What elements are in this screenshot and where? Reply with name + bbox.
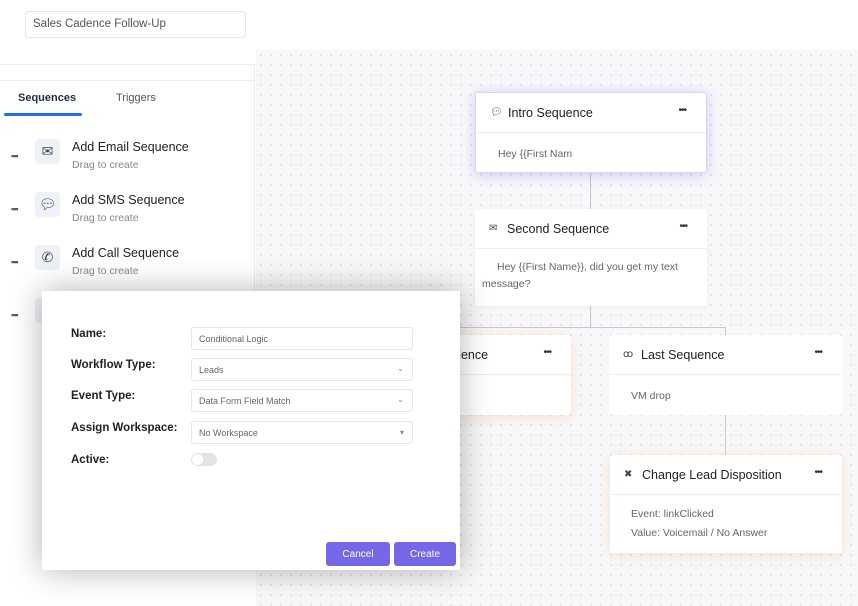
chat-bubble-icon: 💬︎ — [490, 107, 503, 118]
drag-handle-icon[interactable]: ▪▪▪ — [11, 310, 19, 320]
voicemail-icon: ꝏ — [623, 349, 634, 360]
more-icon[interactable]: ••• — [814, 467, 822, 478]
top-bar: Sales Cadence Follow-Up — [0, 0, 858, 50]
tab-sequences[interactable]: Sequences — [18, 92, 76, 104]
sidebar-item-call[interactable]: ▪▪▪ ✆ Add Call Sequence Drag to create — [0, 243, 255, 287]
more-icon[interactable]: ••• — [814, 347, 822, 358]
chat-bubble-icon: 💬︎ — [35, 192, 60, 217]
tab-triggers[interactable]: Triggers — [116, 92, 156, 104]
sidebar-item-email[interactable]: ▪▪▪ ✉ Add Email Sequence Drag to create — [0, 137, 255, 181]
event-line: Event: linkClicked — [631, 508, 714, 520]
more-icon[interactable]: ••• — [678, 105, 686, 116]
item-title: Add SMS Sequence — [72, 193, 185, 207]
name-label: Name: — [71, 328, 107, 340]
card-body: Hey {{First Name}}, did you get my text … — [482, 261, 678, 290]
more-icon[interactable]: ••• — [543, 347, 551, 358]
connector — [590, 173, 591, 209]
name-input[interactable]: Conditional Logic — [191, 327, 413, 350]
create-button[interactable]: Create — [394, 542, 456, 566]
tab-underline — [4, 113, 82, 116]
workflow-type-label: Workflow Type: — [71, 359, 156, 371]
sidebar-item-sms[interactable]: ▪▪▪ 💬︎ Add SMS Sequence Drag to create — [0, 190, 255, 234]
cancel-button[interactable]: Cancel — [326, 542, 390, 566]
workflow-type-select[interactable]: Leads ⌄ — [191, 358, 413, 381]
drag-handle-icon[interactable]: ▪▪▪ — [11, 204, 19, 214]
envelope-icon: ✉ — [35, 139, 60, 164]
item-subtitle: Drag to create — [72, 159, 139, 171]
workflow-name-input[interactable]: Sales Cadence Follow-Up — [25, 11, 246, 38]
card-title: Intro Sequence — [508, 105, 593, 120]
more-icon[interactable]: ••• — [679, 221, 687, 232]
card-change-lead-disposition[interactable]: ✖ Change Lead Disposition ••• Event: linkC… — [610, 455, 842, 553]
event-type-select[interactable]: Data Form Field Match ⌄ — [191, 389, 413, 412]
active-toggle[interactable] — [191, 453, 217, 466]
connector — [725, 415, 726, 455]
item-subtitle: Drag to create — [72, 212, 139, 224]
workspace-label: Assign Workspace: — [71, 422, 178, 434]
card-body: VM drop — [631, 390, 671, 402]
workspace-value: No Workspace — [199, 428, 258, 438]
workflow-type-value: Leads — [199, 365, 224, 375]
envelope-icon: ✉ — [489, 223, 498, 234]
caret-down-icon: ▾ — [399, 428, 404, 437]
drag-handle-icon[interactable]: ▪▪▪ — [11, 257, 19, 267]
card-title: Second Sequence — [507, 221, 610, 236]
card-body: Hey {{First Nam — [498, 148, 573, 160]
event-type-label: Event Type: — [71, 390, 136, 402]
chevron-down-icon: ⌄ — [397, 364, 404, 373]
chevron-down-icon: ⌄ — [397, 395, 404, 404]
close-icon: ✖ — [624, 469, 633, 480]
event-type-value: Data Form Field Match — [199, 396, 291, 406]
active-label: Active: — [71, 454, 110, 466]
card-title: Change Lead Disposition — [642, 467, 782, 482]
connector — [455, 327, 726, 328]
card-intro-sequence[interactable]: 💬︎ Intro Sequence ••• Hey {{First Nam — [475, 92, 707, 173]
create-trigger-modal: Name: Conditional Logic Workflow Type: L… — [42, 291, 460, 570]
value-line: Value: Voicemail / No Answer — [631, 527, 768, 539]
item-subtitle: Drag to create — [72, 265, 139, 277]
card-second-sequence[interactable]: ✉ Second Sequence ••• Hey {{First Name}}, … — [475, 209, 707, 306]
item-title: Add Call Sequence — [72, 246, 180, 260]
card-last-sequence[interactable]: ꝏ Last Sequence ••• VM drop — [609, 335, 842, 415]
connector — [725, 327, 726, 335]
connector — [590, 306, 591, 327]
item-title: Add Email Sequence — [72, 140, 189, 154]
drag-handle-icon[interactable]: ▪▪▪ — [11, 151, 19, 161]
workspace-select[interactable]: No Workspace ▾ — [191, 421, 413, 444]
phone-icon: ✆ — [35, 245, 60, 270]
card-title: Last Sequence — [641, 347, 725, 362]
